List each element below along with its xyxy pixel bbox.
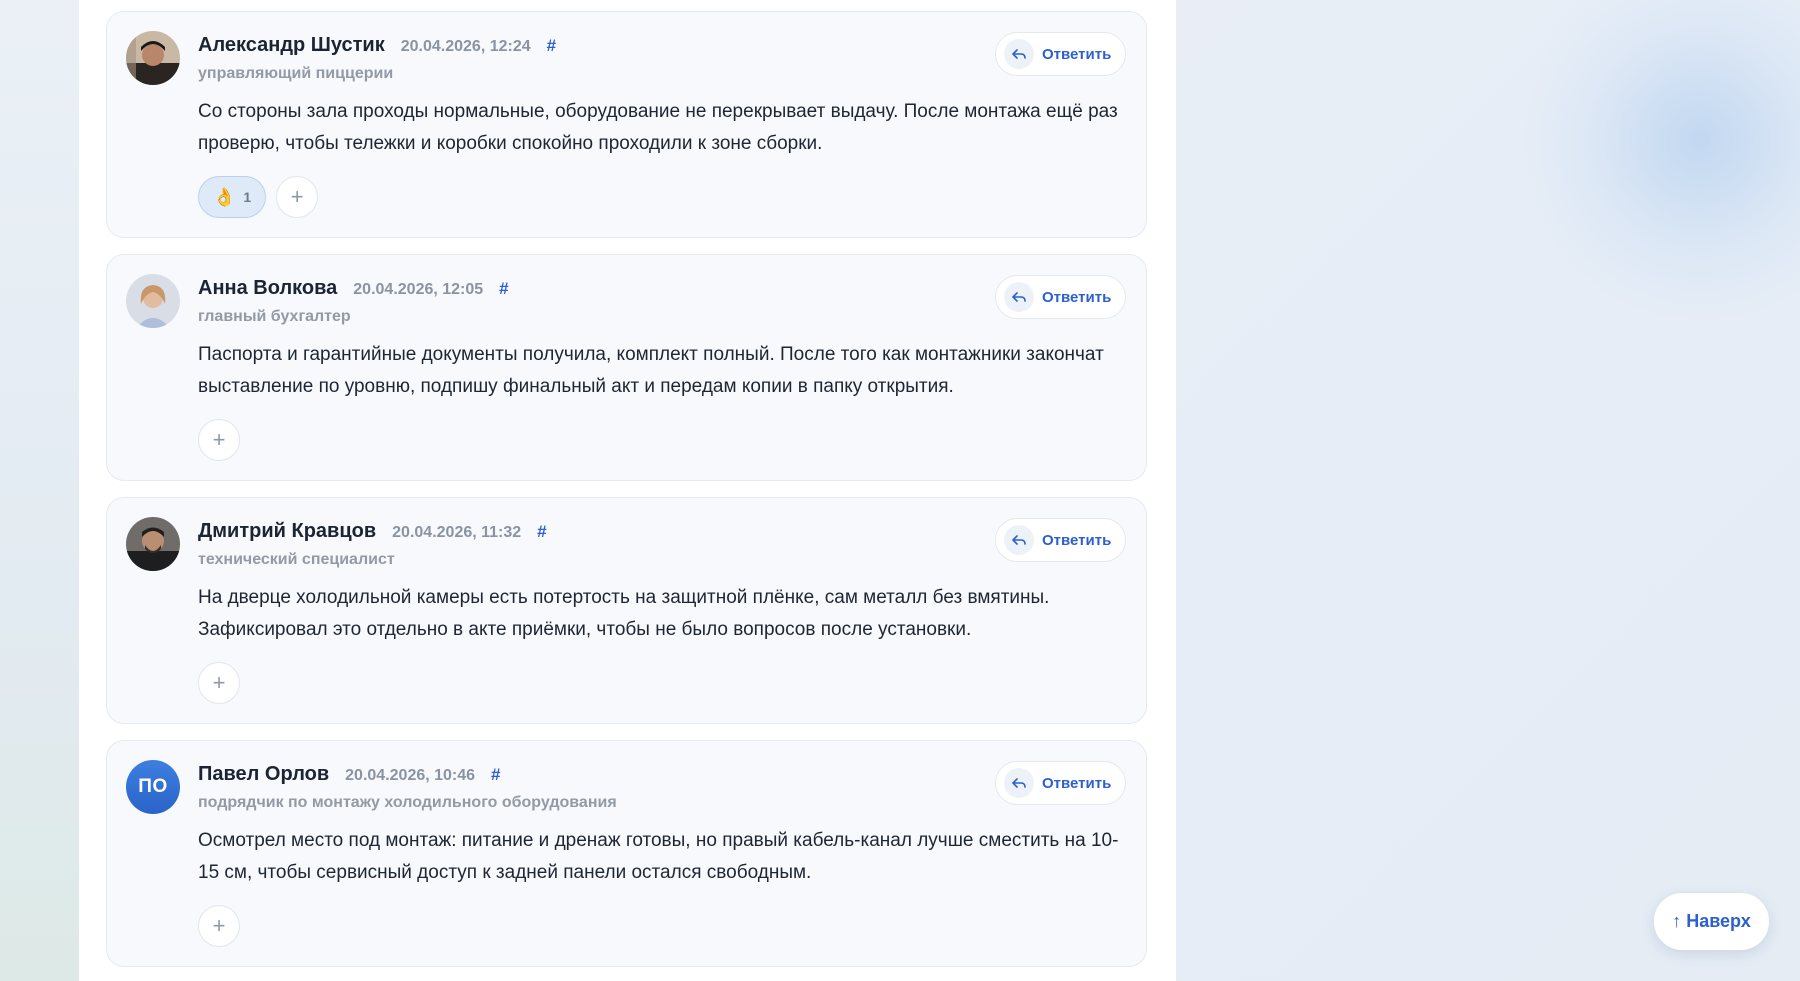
scroll-to-top-button[interactable]: ↑ Наверх — [1654, 893, 1769, 950]
avatar-initials: ПО — [126, 760, 180, 814]
author-name[interactable]: Анна Волкова — [198, 277, 337, 300]
reactions-bar: + — [198, 905, 240, 947]
comments-panel: Александр Шустик 20.04.2026, 12:24 # упр… — [79, 0, 1176, 981]
comment-permalink[interactable]: # — [499, 279, 508, 299]
author-role: главный бухгалтер — [198, 308, 351, 325]
comment-permalink[interactable]: # — [491, 765, 500, 785]
reply-button-label: Ответить — [1042, 45, 1112, 63]
reactions-bar: + — [198, 419, 240, 461]
avatar-photo — [126, 517, 180, 571]
reply-button[interactable]: Ответить — [995, 761, 1126, 805]
add-reaction-button[interactable]: + — [198, 662, 240, 704]
add-reaction-button[interactable]: + — [198, 905, 240, 947]
reply-button[interactable]: Ответить — [995, 518, 1126, 562]
reply-button-label: Ответить — [1042, 774, 1112, 792]
comment-datetime: 20.04.2026, 12:05 — [353, 281, 484, 298]
comment-datetime: 20.04.2026, 11:32 — [392, 524, 522, 541]
author-name[interactable]: Александр Шустик — [198, 34, 385, 57]
comment-permalink[interactable]: # — [537, 522, 546, 542]
reactions-bar: 👌 1 + — [198, 176, 319, 218]
author-role: подрядчик по монтажу холодильного оборуд… — [198, 794, 617, 811]
add-reaction-button[interactable]: + — [276, 176, 319, 218]
reply-button-label: Ответить — [1042, 531, 1112, 549]
comment-header: Анна Волкова 20.04.2026, 12:05 # — [198, 277, 509, 303]
avatar — [126, 31, 180, 85]
author-role: технический специалист — [198, 551, 395, 568]
page-background-left — [0, 0, 80, 981]
comment-card: Анна Волкова 20.04.2026, 12:05 # главный… — [106, 254, 1147, 481]
reply-button[interactable]: Ответить — [995, 32, 1126, 76]
reply-button-label: Ответить — [1042, 288, 1112, 306]
comment-card: Александр Шустик 20.04.2026, 12:24 # упр… — [106, 11, 1147, 238]
comment-text: Со стороны зала проходы нормальные, обор… — [198, 101, 1118, 154]
comment-text: На дверце холодильной камеры есть потерт… — [198, 587, 1050, 640]
comment-card: Дмитрий Кравцов 20.04.2026, 11:32 # техн… — [106, 497, 1147, 724]
reply-icon — [1004, 282, 1034, 312]
reply-icon — [1004, 39, 1034, 69]
comment-text: Паспорта и гарантийные документы получил… — [198, 344, 1104, 397]
comment-text: Осмотрел место под монтаж: питание и дре… — [198, 830, 1119, 883]
author-role: управляющий пиццерии — [198, 65, 394, 82]
comment-header: Павел Орлов 20.04.2026, 10:46 # — [198, 763, 501, 789]
comment-datetime: 20.04.2026, 10:46 — [345, 767, 476, 784]
comment-datetime: 20.04.2026, 12:24 — [400, 38, 531, 55]
avatar-photo — [126, 274, 180, 328]
avatar-photo — [126, 31, 180, 85]
reaction-count: 1 — [243, 189, 252, 205]
comment-header: Дмитрий Кравцов 20.04.2026, 11:32 # — [198, 520, 547, 546]
reply-icon — [1004, 768, 1034, 798]
avatar — [126, 274, 180, 328]
reaction-chip[interactable]: 👌 1 — [198, 176, 267, 218]
comment-card: ПО Павел Орлов 20.04.2026, 10:46 # подря… — [106, 740, 1147, 967]
author-name[interactable]: Дмитрий Кравцов — [198, 520, 376, 543]
reactions-bar: + — [198, 662, 240, 704]
reply-icon — [1004, 525, 1034, 555]
add-reaction-button[interactable]: + — [198, 419, 240, 461]
ok-hand-emoji: 👌 — [213, 187, 236, 207]
author-name[interactable]: Павел Орлов — [198, 763, 329, 786]
reply-button[interactable]: Ответить — [995, 275, 1126, 319]
avatar — [126, 517, 180, 571]
comment-permalink[interactable]: # — [547, 36, 556, 56]
comment-header: Александр Шустик 20.04.2026, 12:24 # — [198, 34, 556, 60]
